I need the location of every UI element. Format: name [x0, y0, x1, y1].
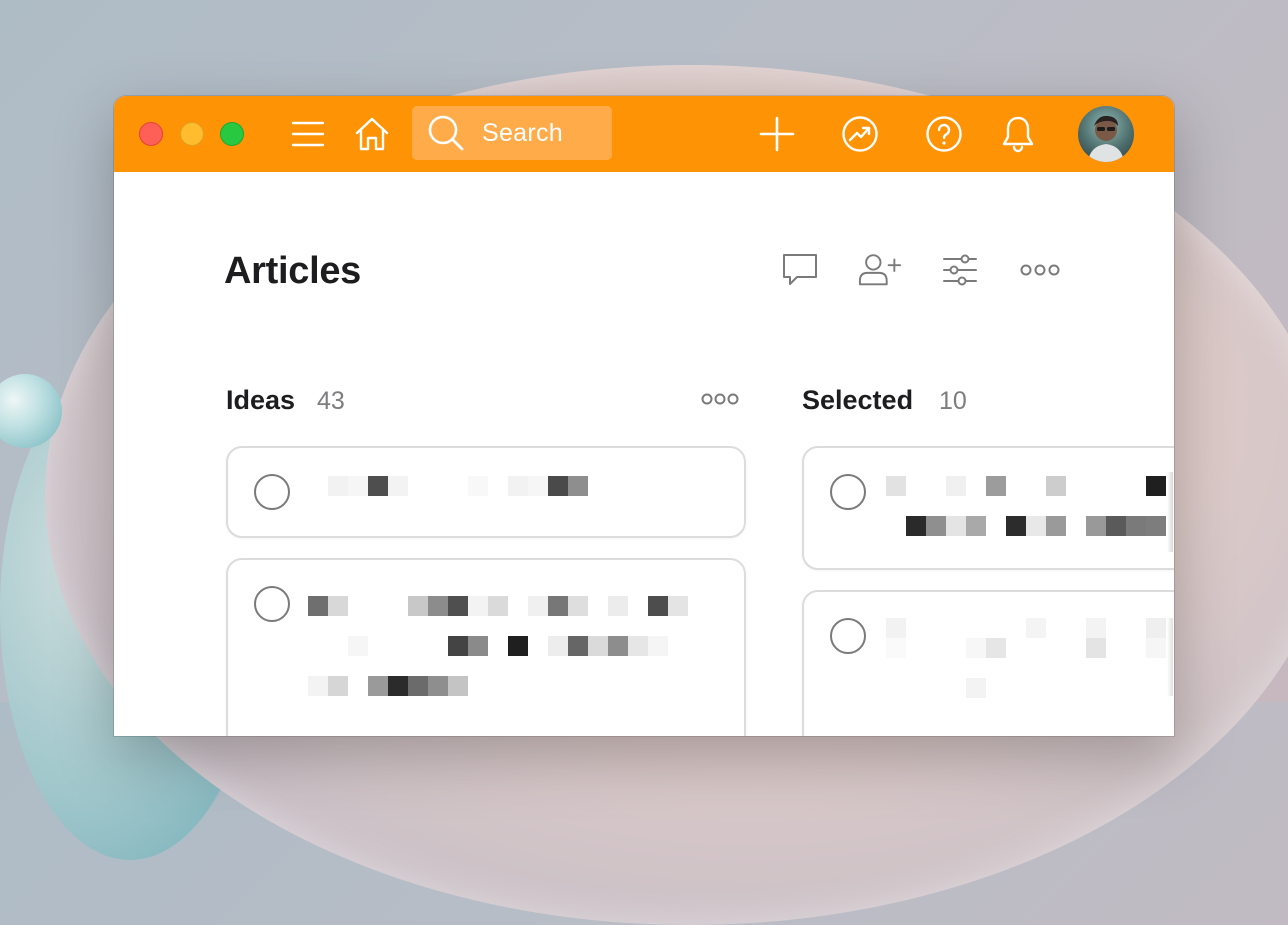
article-card[interactable]	[802, 590, 1174, 736]
column-count-ideas: 43	[317, 387, 345, 415]
filter-icon[interactable]	[938, 248, 982, 292]
minimize-window-button[interactable]	[180, 122, 204, 146]
card-checkbox[interactable]	[830, 474, 866, 510]
search-placeholder: Search	[482, 118, 564, 147]
scroll-edge	[1167, 618, 1173, 696]
add-person-icon[interactable]	[858, 248, 902, 292]
app-window: Search Articles Ideas 43 Selected 10	[114, 96, 1174, 736]
comment-icon[interactable]	[778, 248, 822, 292]
article-card[interactable]	[226, 446, 746, 538]
plus-icon[interactable]	[755, 112, 799, 156]
search-icon	[426, 113, 466, 153]
trending-icon[interactable]	[838, 112, 882, 156]
user-avatar[interactable]	[1078, 106, 1134, 162]
card-checkbox[interactable]	[254, 586, 290, 622]
close-window-button[interactable]	[139, 122, 163, 146]
zoom-window-button[interactable]	[220, 122, 244, 146]
main-content: Articles Ideas 43 Selected 10	[114, 172, 1174, 736]
column-title-ideas: Ideas	[226, 385, 296, 415]
article-card[interactable]	[226, 558, 746, 736]
article-card[interactable]	[802, 446, 1174, 570]
column-count-selected: 10	[939, 387, 967, 415]
page-title: Articles	[224, 250, 362, 292]
toolbar: Search	[114, 96, 1174, 172]
more-icon[interactable]	[1018, 248, 1062, 292]
menu-icon[interactable]	[286, 112, 330, 156]
column-title-selected: Selected	[802, 385, 914, 415]
scroll-edge	[1167, 472, 1173, 552]
help-icon[interactable]	[922, 112, 966, 156]
search-input[interactable]: Search	[412, 106, 612, 160]
card-checkbox[interactable]	[254, 474, 290, 510]
card-checkbox[interactable]	[830, 618, 866, 654]
home-icon[interactable]	[350, 112, 394, 156]
column-more-icon[interactable]	[698, 382, 742, 416]
bell-icon[interactable]	[996, 112, 1040, 156]
